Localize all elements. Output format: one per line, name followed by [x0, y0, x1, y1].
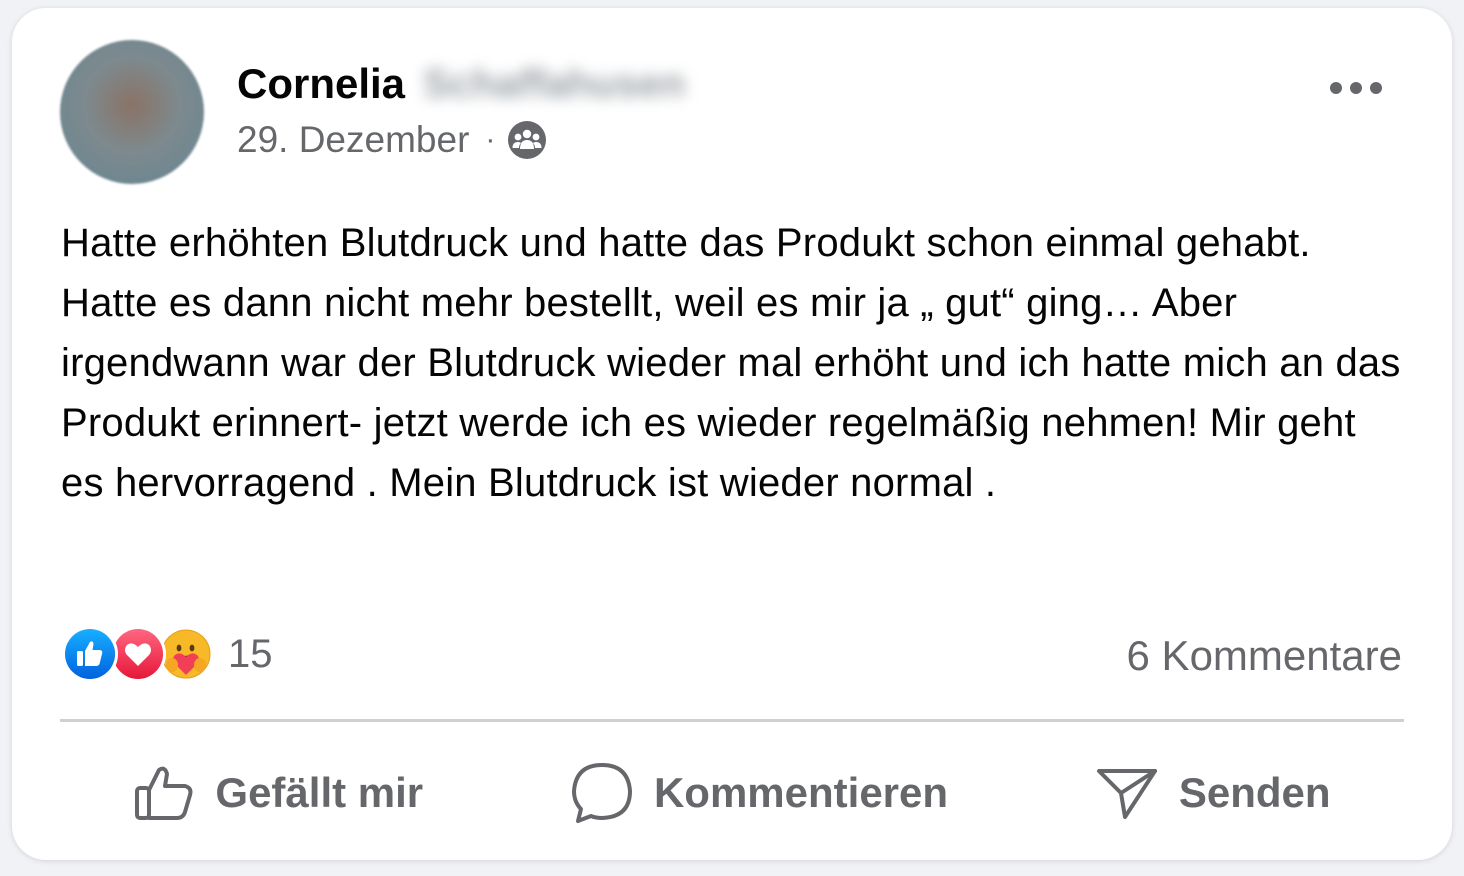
comment-bubble-icon: [570, 761, 634, 825]
like-reaction-icon: [62, 626, 118, 682]
author-surname-blurred: Schaffahusen: [423, 61, 686, 106]
post-card: Cornelia Schaffahusen 29. Dezember · Hat…: [12, 8, 1452, 860]
post-meta: 29. Dezember ·: [237, 119, 547, 161]
action-bar: Gefällt mir Kommentieren Senden: [60, 748, 1404, 838]
care-reaction-icon: [158, 626, 214, 682]
send-arrow-icon: [1095, 763, 1159, 823]
group-audience-icon[interactable]: [507, 120, 547, 160]
post-date[interactable]: 29. Dezember: [237, 119, 469, 161]
post-body: Hatte erhöhten Blutdruck und hatte das P…: [61, 221, 1401, 505]
comment-button[interactable]: Kommentieren: [570, 761, 948, 825]
more-options-button[interactable]: [1330, 78, 1382, 98]
author-name[interactable]: Cornelia: [237, 60, 405, 108]
thumbs-up-icon: [133, 762, 195, 824]
send-button-label: Senden: [1178, 769, 1331, 816]
reactions-summary[interactable]: 15: [62, 626, 273, 682]
author-header: Cornelia Schaffahusen: [237, 60, 685, 108]
author-avatar[interactable]: [60, 40, 204, 184]
meta-separator: ·: [485, 123, 496, 156]
more-dot-icon: [1370, 82, 1382, 94]
more-dot-icon: [1330, 82, 1342, 94]
like-button[interactable]: Gefällt mir: [133, 762, 423, 824]
action-divider: [60, 719, 1404, 722]
comments-count-link[interactable]: 6 Kommentare: [1127, 632, 1402, 680]
love-reaction-icon: [110, 626, 166, 682]
more-dot-icon: [1350, 82, 1362, 94]
comment-button-label: Kommentieren: [653, 769, 949, 816]
like-button-label: Gefällt mir: [215, 769, 424, 816]
send-button[interactable]: Senden: [1095, 763, 1331, 823]
reaction-count[interactable]: 15: [228, 632, 273, 677]
